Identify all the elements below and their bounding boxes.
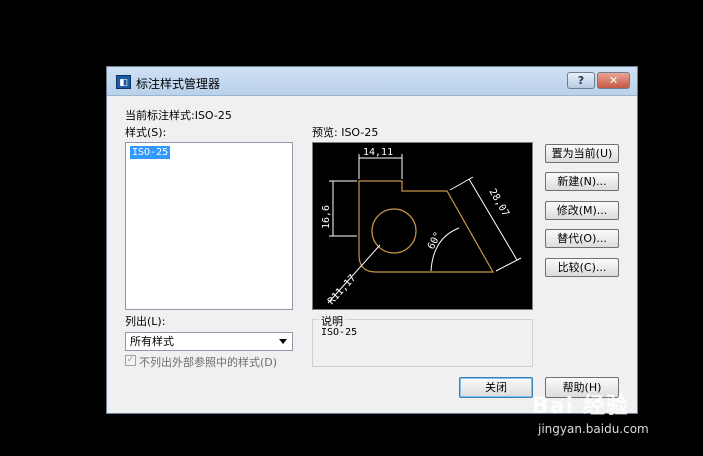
dim-radius-text: R11,17 [326, 273, 358, 307]
close-button[interactable]: 关闭 [459, 377, 533, 398]
dim-left-text: 16,6 [321, 205, 332, 229]
description-text: ISO-25 [321, 327, 358, 338]
watermark-logo: Bai 经验 [532, 394, 629, 419]
styles-label: 样式(S): [125, 126, 167, 139]
part-outline [358, 180, 495, 273]
override-style-button[interactable]: 替代(O)... [545, 229, 619, 248]
current-style-label: 当前标注样式:ISO-25 [125, 109, 232, 122]
list-item[interactable]: ISO-25 [130, 146, 171, 159]
modify-style-button[interactable]: 修改(M)... [545, 201, 619, 220]
select-value: 所有样式 [130, 335, 174, 348]
ext-line [495, 257, 522, 272]
window-title: 标注样式管理器 [136, 77, 221, 91]
chevron-down-icon [279, 339, 287, 344]
set-current-button[interactable]: 置为当前(U) [545, 144, 619, 163]
dim-top-text: 14,11 [363, 147, 393, 158]
preview-label: 预览: ISO-25 [312, 126, 379, 139]
list-label: 列出(L): [125, 315, 166, 328]
close-icon[interactable]: ✕ [597, 72, 630, 89]
style-preview: 14,11 16,6 28,07 60° R11,17 [312, 142, 533, 310]
watermark-url: jingyan.baidu.com [538, 422, 649, 436]
exclude-xref-checkbox[interactable]: ✓ [125, 355, 136, 366]
preview-drawing: 14,11 16,6 28,07 60° R11,17 [321, 147, 522, 307]
app-icon: ◧ [116, 75, 131, 89]
exclude-xref-label: 不列出外部参照中的样式(D) [139, 356, 278, 369]
baidu-watermark: Bai 经验 jingyan.baidu.com [532, 380, 703, 440]
help-icon[interactable]: ? [567, 72, 595, 89]
title-bar[interactable]: ◧ 标注样式管理器 ? ✕ [107, 67, 637, 96]
dimension-style-manager-dialog: ◧ 标注样式管理器 ? ✕ 当前标注样式:ISO-25 样式(S): ISO-2… [106, 66, 638, 414]
description-group: 说明 ISO-25 [312, 313, 533, 367]
compare-styles-button[interactable]: 比较(C)... [545, 258, 619, 277]
list-filter-select[interactable]: 所有样式 [125, 332, 293, 351]
styles-list[interactable]: ISO-25 [125, 142, 293, 310]
new-style-button[interactable]: 新建(N)... [545, 172, 619, 191]
